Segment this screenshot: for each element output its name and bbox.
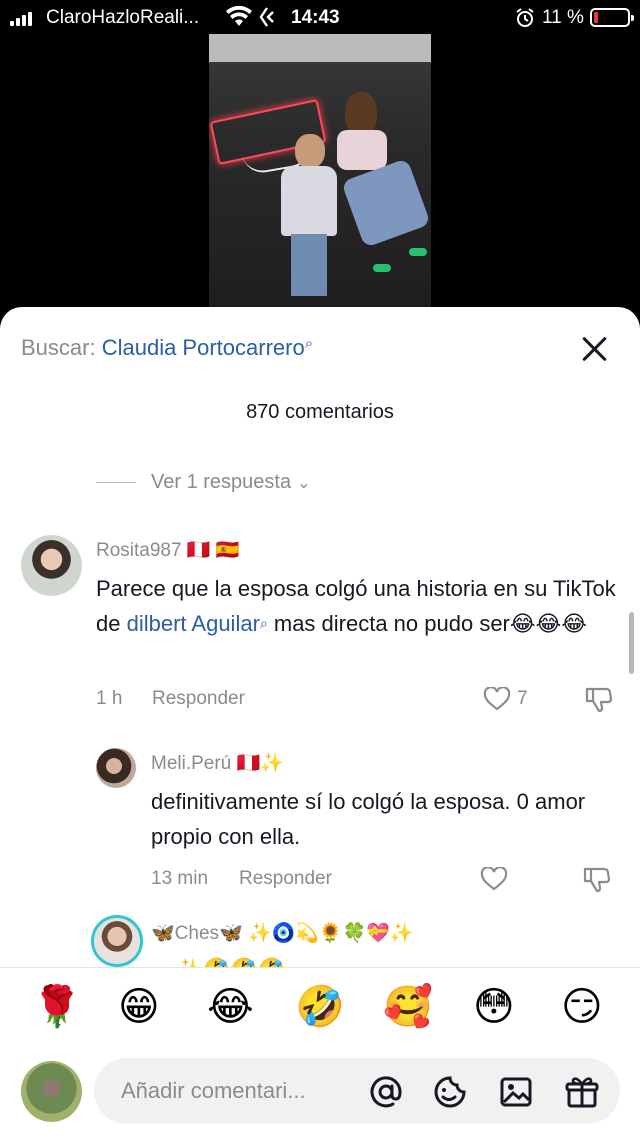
divider	[96, 482, 136, 483]
clock: 14:43	[291, 7, 340, 28]
mention-link[interactable]: dilbert Aguilar	[127, 611, 260, 636]
comment-composer: 🌹 😁 😂 🤣 🥰 😳 😏	[0, 967, 640, 1138]
flag-emojis: 🇵🇪✨	[236, 753, 284, 774]
comments-sheet: Buscar: Claudia Portocarrero⌕ 870 coment…	[0, 307, 640, 1138]
avatar[interactable]	[91, 915, 143, 967]
search-icon: ⌕	[259, 615, 268, 631]
comment-text: definitivamente sí lo colgó la esposa. 0…	[151, 789, 586, 849]
view-replies-button[interactable]: Ver 1 respuesta ⌄	[96, 471, 311, 494]
comment-username[interactable]: Rosita987 🇵🇪 🇪🇸	[96, 538, 239, 562]
chevron-down-icon: ⌄	[297, 474, 311, 492]
heart-icon[interactable]	[483, 687, 511, 711]
smirk-emoji-button[interactable]: 😏	[561, 982, 603, 1032]
view-replies-label: Ver 1 respuesta	[151, 471, 292, 493]
comment-text: Parece que la esposa colgó una historia …	[96, 576, 616, 636]
comment-username[interactable]: Meli.Perú 🇵🇪✨	[151, 751, 284, 775]
search-icon: ⌕	[304, 335, 314, 352]
flushed-emoji-button[interactable]: 😳	[473, 982, 515, 1032]
status-bar: ClaroHazloReali... 14:43 11 %	[0, 0, 640, 36]
like-count: 7	[517, 688, 528, 709]
reply-button[interactable]: Responder	[152, 688, 245, 710]
comment-time: 13 min	[151, 868, 209, 889]
location-icon	[259, 7, 274, 27]
image-icon[interactable]	[498, 1074, 534, 1110]
search-label: Buscar:	[21, 335, 96, 360]
avatar[interactable]	[96, 748, 136, 788]
grin-emoji-button[interactable]: 😁	[118, 982, 160, 1032]
thumbs-down-icon[interactable]	[582, 865, 612, 893]
reply-button[interactable]: Responder	[239, 868, 332, 890]
search-suggestion[interactable]: Buscar: Claudia Portocarrero⌕	[21, 335, 313, 361]
cellular-signal-icon	[10, 10, 32, 26]
comment-time: 1 h	[96, 688, 123, 709]
quick-emoji-bar: 🌹 😁 😂 🤣 🥰 😳 😏	[0, 982, 640, 1038]
joy-emoji-button[interactable]: 😂	[207, 982, 254, 1032]
thumbs-down-icon[interactable]	[584, 685, 614, 713]
comments-count: 870 comentarios	[246, 401, 394, 423]
carrier-name: ClaroHazloReali...	[46, 7, 200, 28]
battery-percent: 11 %	[542, 7, 584, 28]
comment-input-container	[94, 1058, 620, 1124]
video-preview[interactable]	[209, 34, 431, 308]
comment-username[interactable]: 🦋Ches🦋 ✨🧿💫🌻🍀💝✨	[151, 921, 414, 945]
wifi-icon	[226, 6, 252, 26]
comment-input[interactable]	[121, 1058, 351, 1124]
battery-icon	[590, 8, 634, 27]
close-icon[interactable]	[581, 335, 609, 363]
emoji-picker-icon[interactable]	[432, 1074, 468, 1110]
flag-emojis: ✨🧿💫🌻🍀💝✨	[247, 923, 414, 944]
heart-icon[interactable]	[480, 867, 508, 891]
mention-icon[interactable]	[368, 1074, 404, 1110]
gift-icon[interactable]	[564, 1074, 600, 1110]
person-figure	[333, 92, 431, 272]
rose-emoji-button[interactable]: 🌹	[32, 982, 82, 1032]
alarm-icon	[516, 8, 534, 27]
rofl-emoji-button[interactable]: 🤣	[295, 982, 345, 1032]
avatar[interactable]	[21, 535, 82, 596]
search-term[interactable]: Claudia Portocarrero	[102, 335, 305, 360]
flag-emojis: 🇵🇪 🇪🇸	[186, 540, 240, 561]
avatar[interactable]	[21, 1061, 82, 1122]
scrollbar[interactable]	[629, 612, 634, 674]
love-emoji-button[interactable]: 🥰	[383, 982, 433, 1032]
